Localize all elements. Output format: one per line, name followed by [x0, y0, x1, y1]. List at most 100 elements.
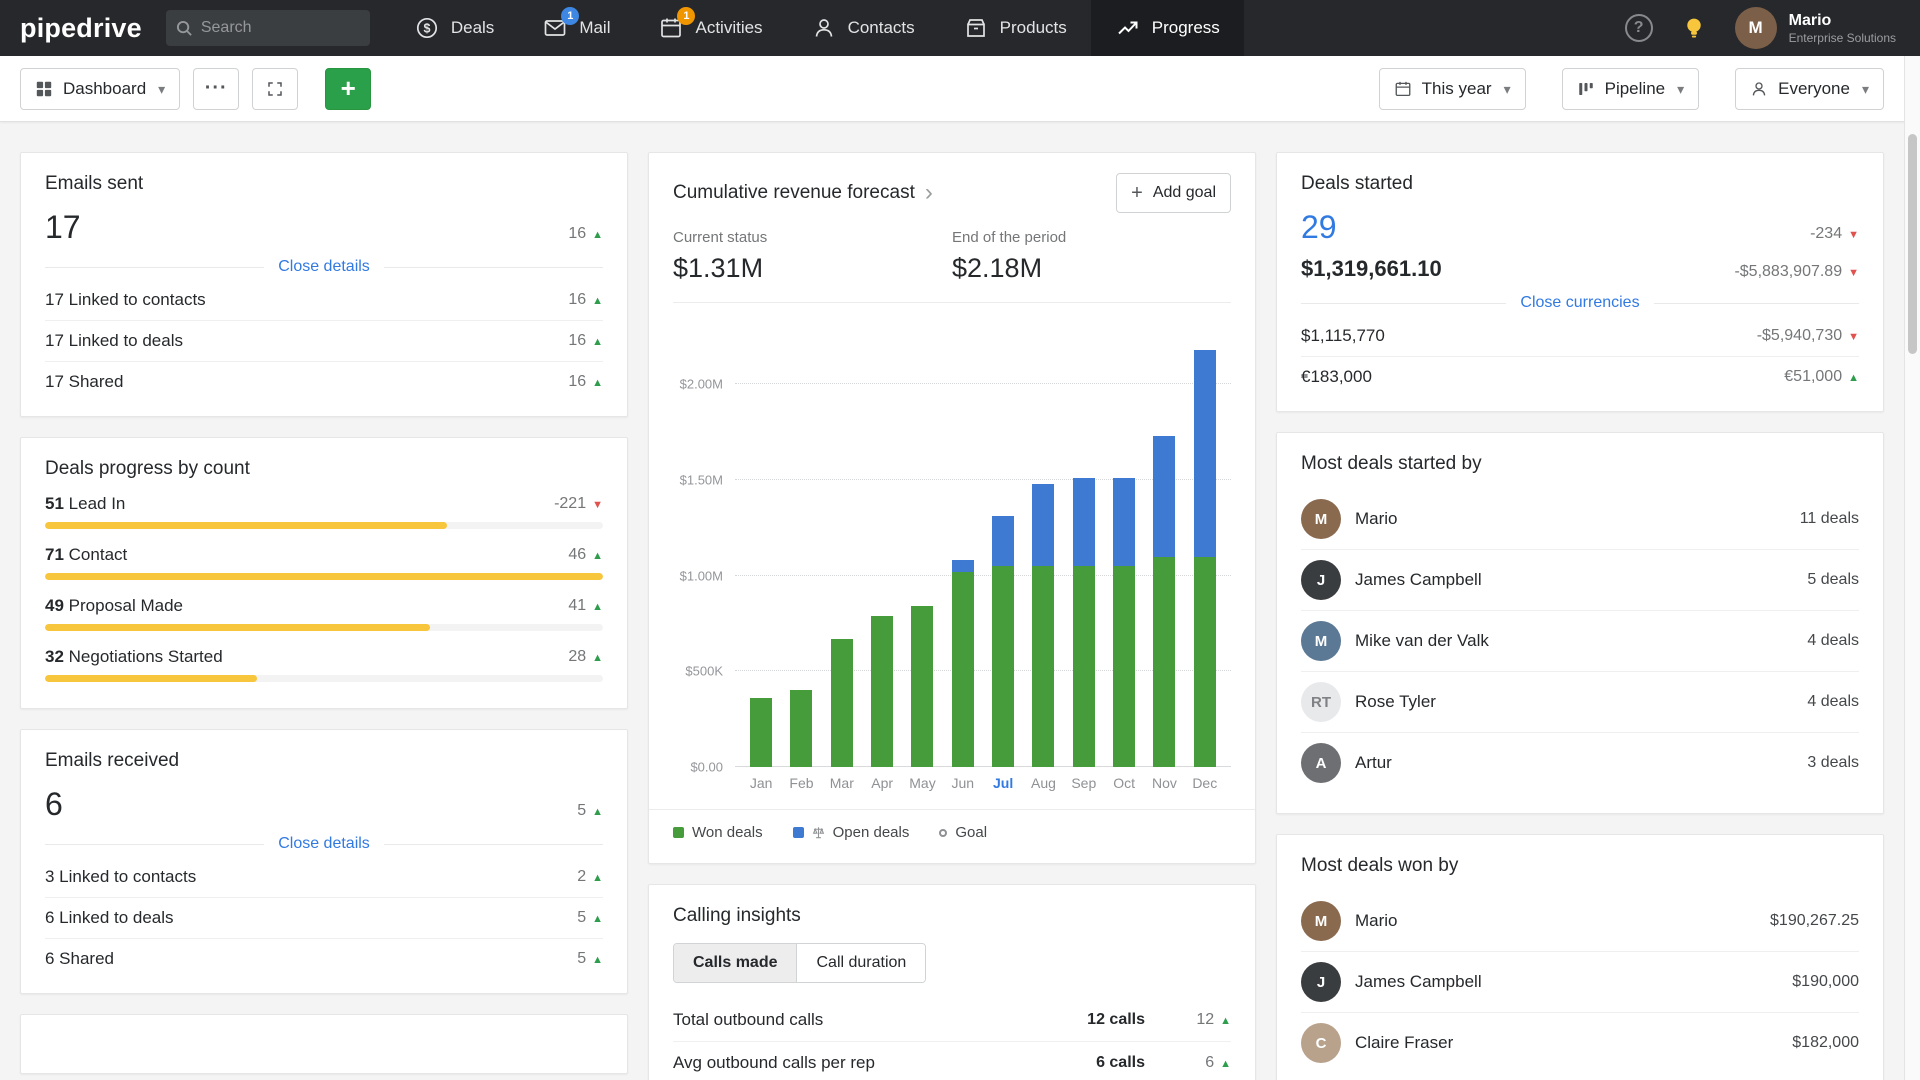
- forecast-x-axis: JanFebMarAprMayJunJulAugSepOctNovDec: [735, 767, 1231, 791]
- row-label: Total outbound calls: [673, 1010, 1087, 1030]
- deals-started-amount: $1,319,661.10: [1301, 256, 1442, 282]
- card-title: Deals progress by count: [45, 458, 603, 480]
- whats-new-lightbulb-icon[interactable]: [1681, 15, 1707, 41]
- search-input[interactable]: [201, 19, 360, 37]
- chevron-down-icon: [1504, 79, 1511, 99]
- won-deals-segment: [992, 566, 1014, 767]
- x-tick-mar: Mar: [822, 775, 862, 791]
- up-arrow-icon: [592, 868, 603, 886]
- close-details-link[interactable]: Close details: [278, 835, 370, 853]
- pipeline-filter[interactable]: Pipeline: [1562, 68, 1700, 110]
- nav-products[interactable]: Products: [939, 0, 1091, 56]
- bar-series: [735, 327, 1231, 767]
- bar-aug[interactable]: [1032, 327, 1054, 767]
- chevron-right-icon[interactable]: [925, 181, 933, 205]
- bar-apr[interactable]: [871, 327, 893, 767]
- person-name: Mike van der Valk: [1355, 631, 1793, 651]
- delta: 41: [568, 597, 603, 615]
- tab-call-duration[interactable]: Call duration: [797, 944, 925, 982]
- card-title: Emails sent: [45, 173, 603, 195]
- stage-name: Negotiations Started: [69, 647, 223, 666]
- bar-column: [983, 327, 1023, 767]
- legend-goal[interactable]: Goal: [939, 824, 987, 841]
- toolbar-left: Dashboard: [20, 68, 371, 110]
- progress-track: [45, 573, 603, 580]
- bar-jun[interactable]: [952, 327, 974, 767]
- legend-open-deals[interactable]: Open deals: [793, 824, 910, 841]
- row-label: 6 Shared: [45, 949, 114, 969]
- delta: 16: [568, 291, 603, 309]
- delta: 5: [577, 909, 603, 927]
- bar-mar[interactable]: [831, 327, 853, 767]
- page-scrollbar[interactable]: [1904, 56, 1920, 1080]
- most-deals-won-card: Most deals won by M Mario $190,267.25 J …: [1276, 834, 1884, 1080]
- bar-oct[interactable]: [1113, 327, 1135, 767]
- progress-track: [45, 522, 603, 529]
- delta-value: -$5,883,907.89: [1734, 263, 1842, 281]
- help-icon[interactable]: [1625, 14, 1653, 42]
- close-details-link[interactable]: Close details: [278, 258, 370, 276]
- won-deals-segment: [871, 616, 893, 767]
- link-divider: Close currencies: [1301, 294, 1859, 312]
- delta: 16: [568, 225, 603, 243]
- stage-count: 71: [45, 545, 64, 564]
- up-arrow-icon: [592, 597, 603, 615]
- add-report-button[interactable]: [325, 68, 371, 110]
- stage-name: Contact: [69, 545, 128, 564]
- ellipsis-icon: [205, 77, 228, 100]
- person-name: James Campbell: [1355, 972, 1778, 992]
- dashboard-selector[interactable]: Dashboard: [20, 68, 180, 110]
- column-middle: Cumulative revenue forecast Add goal Cur…: [648, 152, 1256, 1080]
- scrollbar-thumb[interactable]: [1908, 134, 1917, 354]
- nav-progress[interactable]: Progress: [1091, 0, 1244, 56]
- currency-value: €183,000: [1301, 367, 1372, 387]
- stat-row: 6 Linked to deals 5: [45, 898, 603, 939]
- bar-dec[interactable]: [1194, 327, 1216, 767]
- bar-column: [741, 327, 781, 767]
- more-options-button[interactable]: [193, 68, 239, 110]
- period-filter[interactable]: This year: [1379, 68, 1526, 110]
- bar-nov[interactable]: [1153, 327, 1175, 767]
- delta-value: 16: [568, 332, 586, 350]
- stat-row: 6 Shared 5: [45, 939, 603, 973]
- nav-deals[interactable]: $ Deals: [390, 0, 518, 56]
- x-tick-sep: Sep: [1064, 775, 1104, 791]
- open-swatch: [793, 827, 804, 838]
- contacts-icon: [811, 15, 837, 41]
- legend-won-deals[interactable]: Won deals: [673, 824, 763, 841]
- up-arrow-icon: [1220, 1054, 1231, 1072]
- won-deals-segment: [1113, 566, 1135, 767]
- call-stat-row: Avg outbound calls per rep 6 calls 6: [673, 1041, 1231, 1080]
- tab-calls-made[interactable]: Calls made: [674, 944, 797, 982]
- close-currencies-link[interactable]: Close currencies: [1520, 294, 1639, 312]
- pipedrive-logo[interactable]: pipedrive: [0, 13, 166, 44]
- user-menu[interactable]: M Mario Enterprise Solutions: [1735, 7, 1896, 49]
- search-box[interactable]: [166, 10, 370, 46]
- nav-activities[interactable]: 1 Activities: [634, 0, 786, 56]
- currency-row: €183,000 €51,000: [1301, 357, 1859, 391]
- calendar-icon: [1394, 80, 1412, 98]
- bar-jul[interactable]: [992, 327, 1014, 767]
- won-deals-segment: [790, 690, 812, 767]
- row-label: 3 Linked to contacts: [45, 867, 196, 887]
- goal-swatch: [939, 829, 947, 837]
- bar-feb[interactable]: [790, 327, 812, 767]
- end-of-period-value: $2.18M: [952, 253, 1231, 284]
- owner-filter[interactable]: Everyone: [1735, 68, 1884, 110]
- add-goal-button[interactable]: Add goal: [1116, 173, 1231, 213]
- end-of-period-block: End of the period $2.18M: [952, 229, 1231, 284]
- stage-header: 51 Lead In -221: [45, 494, 603, 514]
- bar-may[interactable]: [911, 327, 933, 767]
- nav-contacts[interactable]: Contacts: [787, 0, 939, 56]
- search-icon: [176, 20, 193, 37]
- nav-mail[interactable]: 1 Mail: [518, 0, 634, 56]
- bar-column: [1064, 327, 1104, 767]
- deals-progress-card: Deals progress by count 51 Lead In -221 …: [20, 437, 628, 709]
- bar-sep[interactable]: [1073, 327, 1095, 767]
- stage-label: 51 Lead In: [45, 494, 125, 514]
- bar-jan[interactable]: [750, 327, 772, 767]
- stat-row: 17 Shared 16: [45, 362, 603, 396]
- person-value: 11 deals: [1800, 510, 1859, 528]
- won-deals-segment: [1194, 557, 1216, 767]
- fullscreen-button[interactable]: [252, 68, 298, 110]
